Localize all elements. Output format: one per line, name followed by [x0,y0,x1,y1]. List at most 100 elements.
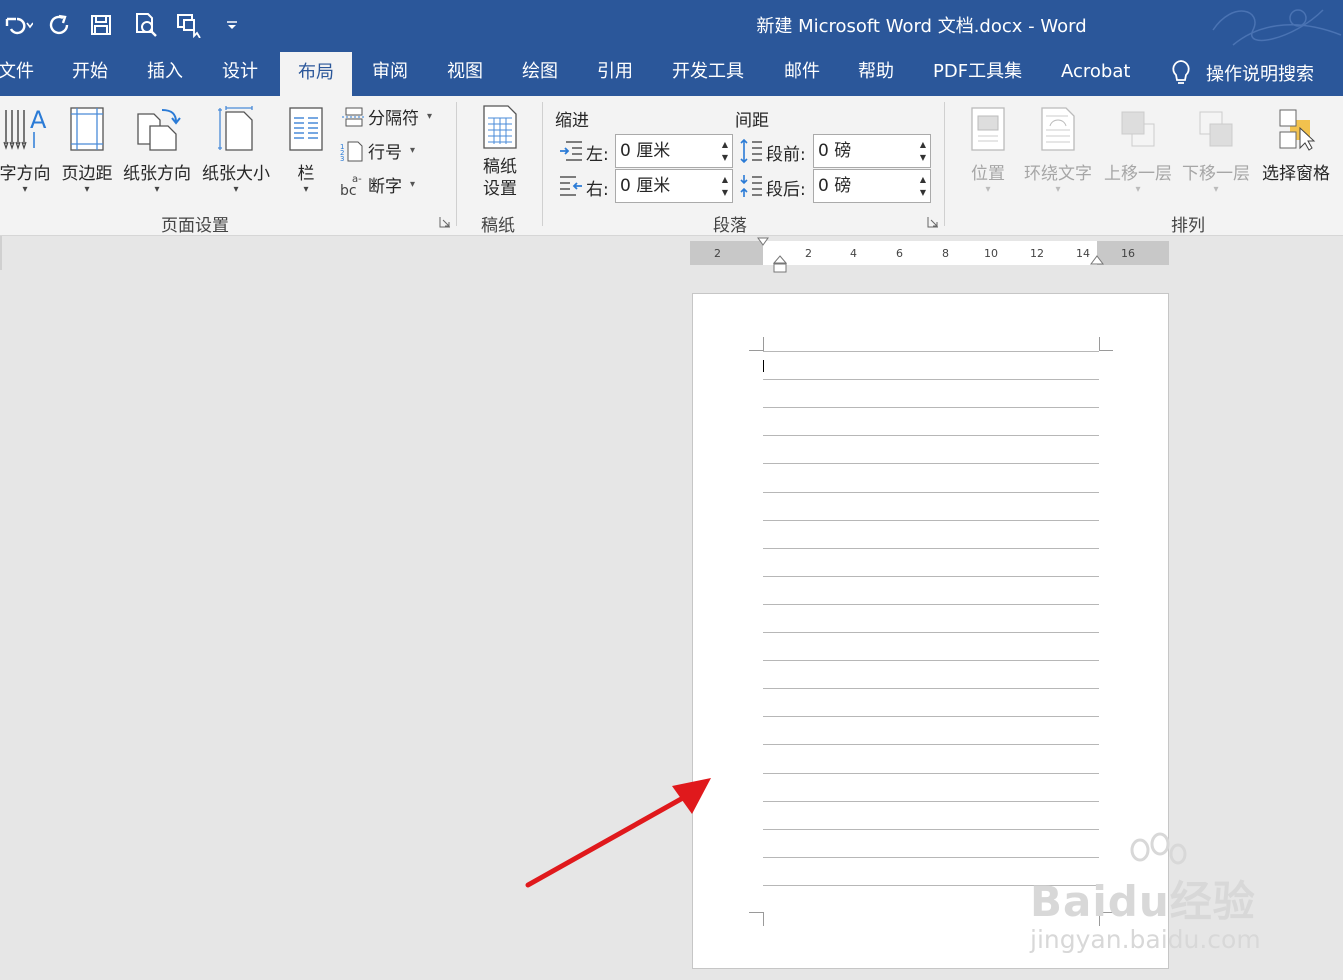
ruler-label: 4 [850,247,857,260]
tab-insert[interactable]: 插入 [147,50,183,96]
svg-text:3: 3 [340,155,344,162]
position-icon [971,107,1005,151]
crop-mark [749,912,763,913]
bring-forward-icon [1121,111,1155,147]
manuscript-line [763,772,1099,774]
ruler-left-margin [690,241,763,265]
tab-view[interactable]: 视图 [447,50,483,96]
spinner-arrows-icon[interactable]: ▲ ▼ [722,138,728,164]
tell-me-search[interactable]: 操作说明搜索 [1170,50,1314,96]
manuscript-line [763,547,1099,549]
spacing-before-icon [740,138,762,164]
manuscript-icon [483,105,517,149]
tab-pdf-tools[interactable]: PDF工具集 [933,50,1022,96]
tab-draw[interactable]: 绘图 [522,50,558,96]
orientation-label: 纸张方向 [123,164,191,184]
tab-developer[interactable]: 开发工具 [672,50,744,96]
columns-icon [289,107,323,151]
first-line-indent-marker-icon[interactable] [757,237,769,247]
manuscript-line [763,379,1099,381]
tab-layout[interactable]: 布局 [280,52,352,96]
tab-review[interactable]: 审阅 [372,50,408,96]
breaks-dropdown-icon: ▾ [427,111,433,122]
spacing-before-value: 0 磅 [818,141,852,161]
tab-design[interactable]: 设计 [222,50,258,96]
spacing-after-label: 段后: [766,180,806,200]
crop-mark [1099,337,1100,351]
tab-help[interactable]: 帮助 [858,50,894,96]
manuscript-line [763,632,1099,633]
svg-text:a-: a- [352,174,362,185]
line-numbers-button[interactable]: 123 行号 ▾ [340,138,415,163]
tab-mailings[interactable]: 邮件 [784,50,820,96]
text-direction-icon: A [3,106,47,150]
window-title: 新建 Microsoft Word 文档.docx - Word [756,16,1087,37]
orientation-button[interactable]: 纸张方向 ▾ [120,104,194,196]
spinner-arrows-icon[interactable]: ▲ ▼ [920,173,926,199]
line-numbers-dropdown-icon: ▾ [410,145,416,156]
manuscript-line [763,575,1099,577]
ruler-label: 8 [942,247,949,260]
manuscript-setup-button[interactable]: 稿纸 设置 [474,104,526,200]
indent-right-icon [560,176,582,196]
hyphenation-button[interactable]: bc a- 断字 ▾ [340,172,415,198]
manuscript-line [763,463,1099,465]
indent-right-input[interactable]: 0 厘米 ▲ ▼ [615,169,733,203]
position-button[interactable]: 位置 ▾ [962,104,1014,196]
spinner-arrows-icon[interactable]: ▲ ▼ [722,173,728,199]
manuscript-line [763,491,1099,493]
ruler-label: 6 [896,247,903,260]
wrap-text-button[interactable]: 环绕文字 ▾ [1020,104,1096,196]
right-indent-marker-icon[interactable] [1090,255,1104,267]
tab-file[interactable]: 文件 [0,50,42,96]
columns-button[interactable]: 栏 ▾ [286,106,326,196]
crop-mark [1099,350,1113,351]
indent-title: 缩进 [555,111,589,131]
group-divider [944,102,945,226]
indent-left-input[interactable]: 0 厘米 ▲ ▼ [615,134,733,168]
tab-home[interactable]: 开始 [72,50,108,96]
tab-acrobat[interactable]: Acrobat [1061,50,1130,96]
manuscript-setup-label-1: 稿纸 [483,157,517,177]
bring-forward-button[interactable]: 上移一层 ▾ [1100,104,1176,196]
crop-mark [763,912,764,926]
tab-references[interactable]: 引用 [597,50,633,96]
manuscript-line [763,800,1099,802]
manuscript-line [763,519,1099,521]
bring-forward-dropdown-icon: ▾ [1135,184,1141,195]
text-direction-button[interactable]: A 字方向 ▾ [0,104,52,196]
breaks-button[interactable]: 分隔符 ▾ [340,104,432,129]
hanging-indent-marker-icon[interactable] [773,255,787,275]
manuscript-line [763,744,1099,746]
columns-label: 栏 [297,164,315,184]
paragraph-launcher-icon[interactable] [927,216,939,228]
margins-button[interactable]: 页边距 ▾ [58,104,116,196]
ribbon-tabs: 文件 开始 插入 设计 布局 审阅 视图 绘图 引用 开发工具 邮件 帮助 PD… [0,50,1343,96]
ruler-label: 2 [714,247,721,260]
size-button[interactable]: 纸张大小 ▾ [198,104,274,196]
spacing-after-input[interactable]: 0 磅 ▲ ▼ [813,169,931,203]
columns-dropdown-icon: ▾ [303,184,309,195]
spinner-arrows-icon[interactable]: ▲ ▼ [920,138,926,164]
page-setup-launcher-icon[interactable] [439,216,451,228]
horizontal-ruler[interactable]: 2 2 4 6 8 10 12 14 16 [690,237,1169,273]
send-backward-icon [1199,111,1233,147]
spacing-before-input[interactable]: 0 磅 ▲ ▼ [813,134,931,168]
indent-right-value: 0 厘米 [620,176,671,196]
selection-pane-button[interactable]: 选择窗格 [1258,104,1334,184]
send-backward-button[interactable]: 下移一层 ▾ [1178,104,1254,196]
crop-mark [763,337,764,351]
text-direction-label: 字方向 [0,164,51,184]
margins-icon [70,107,104,151]
bring-forward-label: 上移一层 [1104,164,1172,184]
ruler-label: 16 [1121,247,1135,260]
line-numbers-icon: 123 [340,141,363,162]
ruler-label: 14 [1076,247,1090,260]
spacing-before-label: 段前: [766,145,806,165]
wrap-text-dropdown-icon: ▾ [1055,184,1061,195]
watermark-url: jingyan.baidu.com [1030,925,1261,954]
manuscript-line [763,603,1099,605]
group-divider [542,102,543,226]
manuscript-setup-label-2: 设置 [483,179,517,199]
size-dropdown-icon: ▾ [233,184,239,195]
